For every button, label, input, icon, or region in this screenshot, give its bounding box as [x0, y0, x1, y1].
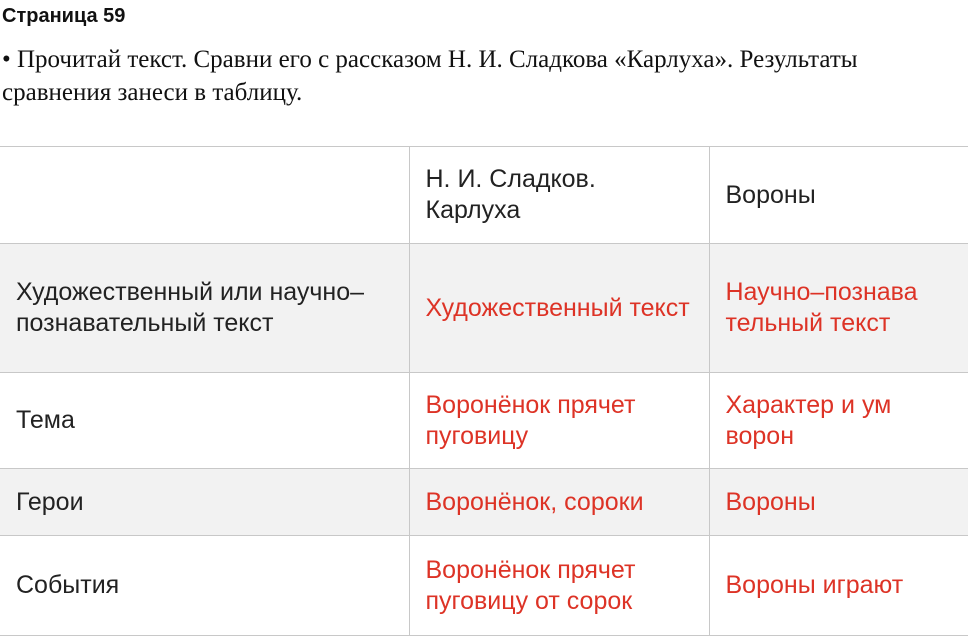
row-label-text-type: Художественный или научно–познавательный… [0, 243, 410, 373]
header-cell-empty [0, 146, 410, 244]
answer-crows-heroes: Вороны [708, 468, 968, 536]
header-cell-sladkov: Н. И. Сладков. Карлуха [408, 146, 710, 244]
answer-crows-theme: Характер и ум ворон [708, 372, 968, 469]
table-row: Художественный или научно–познавательный… [0, 243, 968, 373]
table-row: События Воронёнок прячет пуговицу от сор… [0, 535, 968, 636]
answer-sladkov-heroes: Воронёнок, сороки [408, 468, 710, 536]
table-row: Тема Воронёнок прячет пуговицу Характер … [0, 372, 968, 469]
answer-sladkov-theme: Воронёнок прячет пуговицу [408, 372, 710, 469]
answer-sladkov-events: Воронёнок прячет пуговицу от сорок [408, 535, 710, 636]
row-label-heroes: Герои [0, 468, 410, 536]
task-instruction: • Прочитай текст. Сравни его с рассказом… [2, 46, 858, 106]
answer-sladkov-text-type: Художественный текст [408, 243, 710, 373]
table-header-row: Н. И. Сладков. Карлуха Вороны [0, 146, 968, 244]
page-title: Страница 59 [2, 5, 126, 27]
answer-crows-events: Вороны играют [708, 535, 968, 636]
answer-crows-text-type: Научно–познава тельный текст [708, 243, 968, 373]
header-cell-crows: Вороны [708, 146, 968, 244]
table-row: Герои Воронёнок, сороки Вороны [0, 468, 968, 536]
row-label-events: События [0, 535, 410, 636]
row-label-theme: Тема [0, 372, 410, 469]
comparison-table: Н. И. Сладков. Карлуха Вороны Художестве… [0, 146, 968, 636]
